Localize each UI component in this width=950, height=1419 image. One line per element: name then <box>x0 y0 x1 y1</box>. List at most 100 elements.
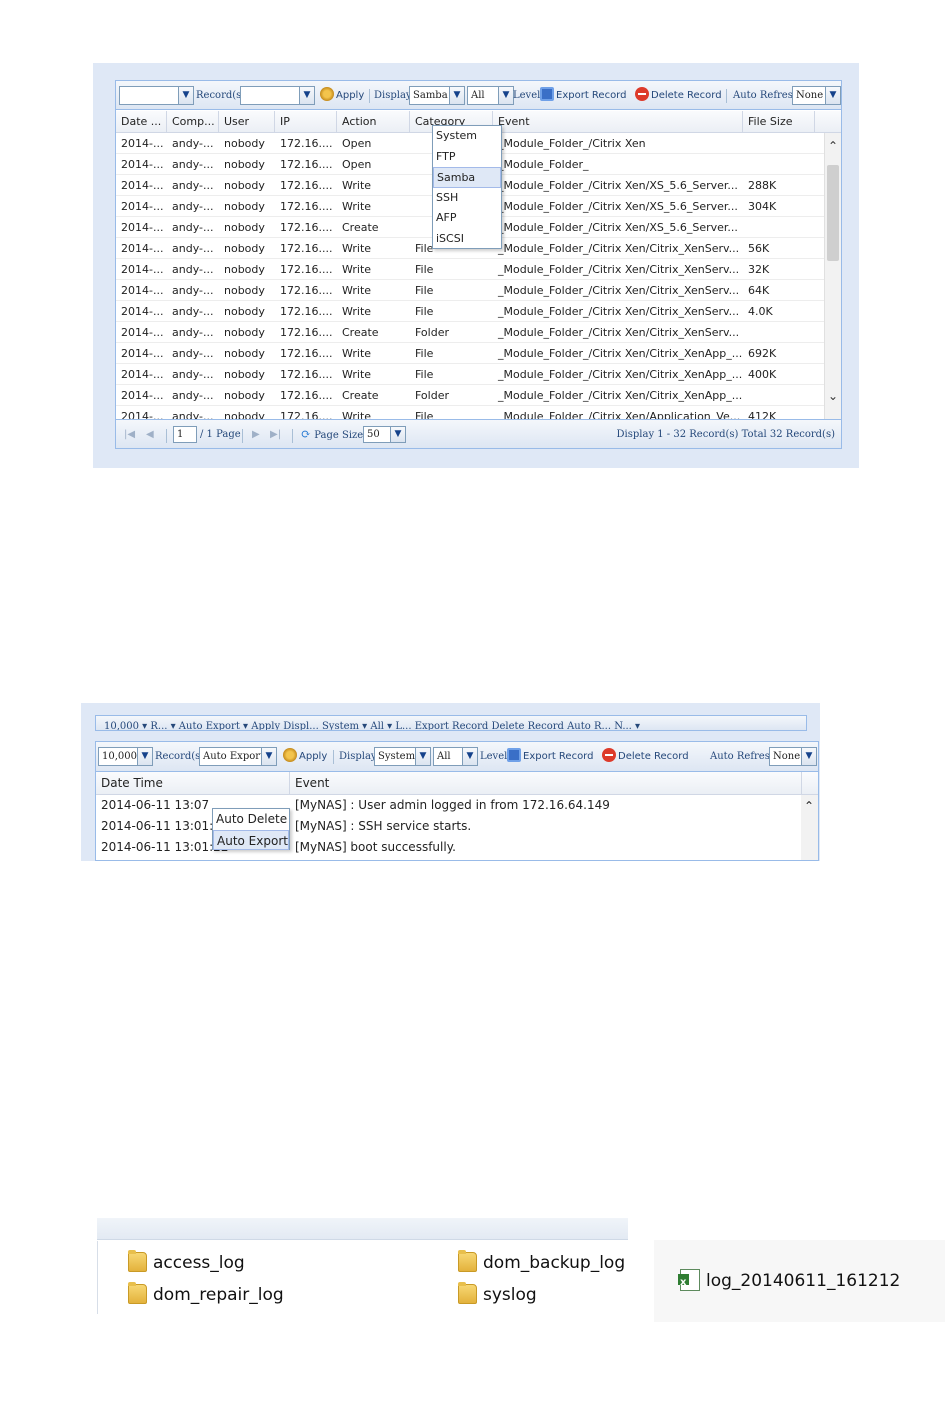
cell-date: 2014-... <box>121 326 164 339</box>
table-row[interactable]: 2014-06-11 13:01:25 [MyNAS] : SSH service… <box>96 816 802 837</box>
cell-ip: 172.16.... <box>280 305 333 318</box>
table-row[interactable]: 2014-... andy-... nobody 172.16.... Create Fo… <box>116 322 824 343</box>
column-event[interactable]: Event <box>290 772 802 794</box>
cell-user: nobody <box>224 368 265 381</box>
display-combo[interactable]: System <box>374 747 416 766</box>
column-date-time[interactable]: Date Time <box>96 772 290 794</box>
table-row[interactable]: 2014-... andy-... nobody 172.16.... Write Fil… <box>116 259 824 280</box>
column-ip[interactable]: IP <box>275 111 337 133</box>
last-page-icon[interactable]: ▶| <box>270 426 281 443</box>
scroll-up-icon[interactable]: ⌃ <box>804 799 814 813</box>
cell-event: [MyNAS] : User admin logged in from 172.… <box>295 798 610 812</box>
delete-record-button[interactable]: Delete Record <box>602 747 689 766</box>
dropdown-option[interactable]: iSCSI <box>433 229 501 250</box>
records-count-dropdown-icon[interactable]: ▼ <box>137 747 153 766</box>
table-row[interactable]: 2014-06-11 13:01:22 [MyNAS] boot successf… <box>96 837 802 858</box>
first-page-icon[interactable]: |◀ <box>124 426 135 443</box>
display-combo[interactable]: Samba <box>409 86 450 105</box>
column-file-size[interactable]: File Size <box>743 111 815 133</box>
table-row[interactable]: 2014-... andy-... nobody 172.16.... Write Fil… <box>116 280 824 301</box>
table-row[interactable]: 2014-... andy-... nobody 172.16.... Write Fil… <box>116 364 824 385</box>
table-row[interactable]: 2014-... andy-... nobody 172.16.... Create Fo… <box>116 385 824 406</box>
display-dropdown-icon[interactable]: ▼ <box>449 86 465 105</box>
cell-ip: 172.16.... <box>280 179 333 192</box>
dropdown-option[interactable]: SSH <box>433 188 501 209</box>
cell-action: Open <box>342 137 372 150</box>
dropdown-option[interactable]: FTP <box>433 147 501 168</box>
scroll-thumb[interactable] <box>827 165 839 261</box>
dropdown-option[interactable]: AFP <box>433 208 501 229</box>
export-record-button[interactable]: Export Record <box>507 747 593 766</box>
folder-item[interactable]: dom_repair_log <box>128 1282 284 1307</box>
records-count-combo[interactable] <box>119 86 179 105</box>
log-panel-samba: ▼ Record(s) ▼ Apply Display Samba ▼ All … <box>93 63 859 468</box>
cell-comp: andy-... <box>172 221 214 234</box>
records-action-combo[interactable] <box>240 86 300 105</box>
page-size-combo[interactable]: 50 <box>363 426 391 443</box>
apply-label: Apply <box>299 751 328 762</box>
cell-event: _Module_Folder_/Citrix Xen/Citrix_XenSer… <box>498 263 740 276</box>
dropdown-option[interactable]: System <box>433 126 501 147</box>
auto-refresh-dropdown-icon[interactable]: ▼ <box>801 747 817 766</box>
column-event[interactable]: Event <box>493 111 743 133</box>
refresh-button[interactable]: ⟳ Page Size <box>301 426 363 443</box>
file-item[interactable]: log_20140611_161212 <box>678 1269 900 1295</box>
dropdown-option[interactable]: Auto Export <box>213 829 289 850</box>
scroll-down-icon[interactable]: ⌄ <box>825 389 841 403</box>
column-date[interactable]: Date ... <box>116 111 167 133</box>
records-count-combo[interactable]: 10,000 <box>98 747 138 766</box>
cell-user: nobody <box>224 284 265 297</box>
cell-size: 4.0K <box>748 305 773 318</box>
cell-date: 2014-... <box>121 200 164 213</box>
cell-date: 2014-... <box>121 137 164 150</box>
page-number-input[interactable]: 1 <box>173 426 197 443</box>
folder-item[interactable]: syslog <box>458 1282 537 1307</box>
auto-refresh-combo[interactable]: None <box>769 747 802 766</box>
save-icon <box>540 87 554 101</box>
level-combo[interactable]: All <box>467 86 499 105</box>
cell-ip: 172.16.... <box>280 221 333 234</box>
cell-action: Write <box>342 179 372 192</box>
vertical-scrollbar[interactable]: ⌃ <box>801 795 818 860</box>
cell-action: Write <box>342 263 372 276</box>
prev-page-icon[interactable]: ◀ <box>146 426 154 443</box>
vertical-scrollbar[interactable]: ⌃ ⌄ <box>824 133 841 419</box>
apply-button[interactable]: Apply <box>320 86 364 105</box>
cell-size: 400K <box>748 368 777 381</box>
level-dropdown-icon[interactable]: ▼ <box>498 86 514 105</box>
records-count-dropdown-icon[interactable]: ▼ <box>178 86 194 105</box>
display-dropdown-icon[interactable]: ▼ <box>415 747 431 766</box>
folder-item[interactable]: dom_backup_log <box>458 1250 625 1275</box>
records-action-dropdown-icon[interactable]: ▼ <box>261 747 277 766</box>
records-action-dropdown-icon[interactable]: ▼ <box>299 86 315 105</box>
cell-user: nobody <box>224 221 265 234</box>
dropdown-option[interactable]: Auto Delete <box>213 809 289 830</box>
table-row[interactable]: 2014-... andy-... nobody 172.16.... Write Fil… <box>116 406 824 419</box>
auto-refresh-combo[interactable]: None <box>792 86 826 105</box>
cell-user: nobody <box>224 263 265 276</box>
column-action[interactable]: Action <box>337 111 410 133</box>
cell-date: 2014-... <box>121 242 164 255</box>
auto-refresh-dropdown-icon[interactable]: ▼ <box>825 86 841 105</box>
delete-record-button[interactable]: Delete Record <box>635 86 722 105</box>
records-action-combo[interactable]: Auto Export <box>199 747 262 766</box>
level-dropdown-icon[interactable]: ▼ <box>462 747 478 766</box>
folder-item[interactable]: access_log <box>128 1250 245 1275</box>
page-size-dropdown-icon[interactable]: ▼ <box>390 426 406 443</box>
cell-comp: andy-... <box>172 389 214 402</box>
table-row[interactable]: 2014-... andy-... nobody 172.16.... Write Fil… <box>116 301 824 322</box>
table-row[interactable]: 2014-06-11 13:07 [MyNAS] : User admin log… <box>96 795 802 816</box>
column-user[interactable]: User <box>219 111 275 133</box>
apply-button[interactable]: Apply <box>283 747 327 766</box>
level-combo[interactable]: All <box>433 747 463 766</box>
delete-icon <box>635 87 649 101</box>
cell-size: 56K <box>748 242 770 255</box>
auto-refresh-label: Auto Refresh <box>710 751 777 762</box>
column-computer[interactable]: Comp... <box>167 111 219 133</box>
dropdown-option[interactable]: Samba <box>433 167 501 188</box>
export-record-button[interactable]: Export Record <box>540 86 626 105</box>
scroll-up-icon[interactable]: ⌃ <box>825 139 841 153</box>
table-row[interactable]: 2014-... andy-... nobody 172.16.... Write Fil… <box>116 343 824 364</box>
table-row[interactable]: 2014-06-06 14:54:05[MyNAS] : The system … <box>96 858 802 860</box>
next-page-icon[interactable]: ▶ <box>252 426 260 443</box>
